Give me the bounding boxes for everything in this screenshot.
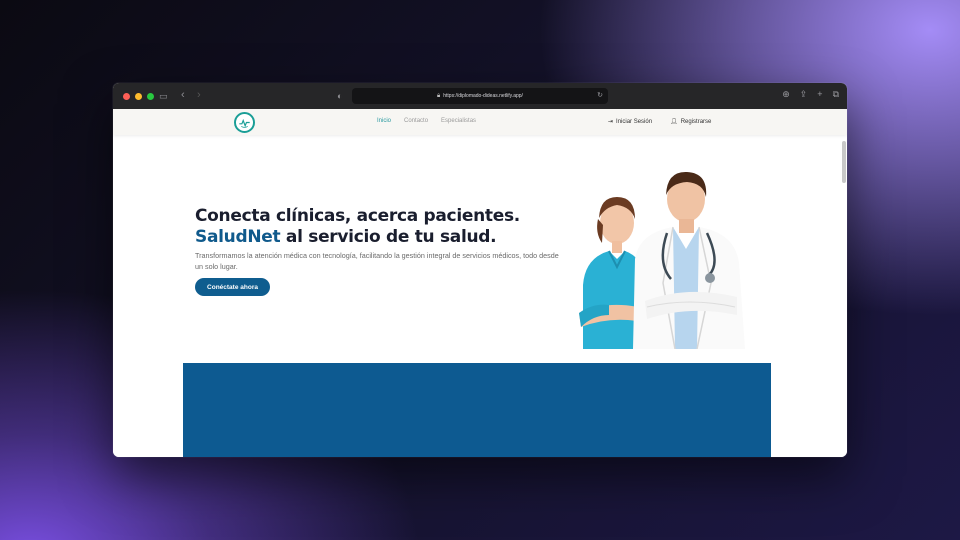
- logo-graphic: [239, 118, 250, 128]
- hero-title-line2: al servicio de tu salud.: [280, 227, 497, 247]
- close-window-button[interactable]: [123, 92, 130, 100]
- saludnet-logo[interactable]: [234, 112, 255, 133]
- url-text: https://diplomado-dideas.netlify.app/: [443, 93, 523, 99]
- nav-links: Inicio Contacto Especialistas: [377, 118, 476, 124]
- login-label: Iniciar Sesión: [616, 119, 653, 125]
- connect-now-button[interactable]: Conéctate ahora: [195, 278, 270, 296]
- browser-window: ▭ ‹ › ◐ 🔒︎ https://diplomado-dideas.netl…: [113, 83, 847, 457]
- nav-link-inicio[interactable]: Inicio: [377, 118, 391, 124]
- reload-icon[interactable]: ↻: [597, 91, 603, 99]
- window-controls: [123, 92, 154, 100]
- nav-link-especialistas[interactable]: Especialistas: [441, 118, 476, 124]
- lock-icon: 🔒︎: [437, 92, 441, 99]
- hero-description: Transformamos la atención médica con tec…: [195, 251, 559, 271]
- site-navbar: Inicio Contacto Especialistas ⇥ Iniciar S…: [113, 109, 847, 135]
- address-bar[interactable]: 🔒︎ https://diplomado-dideas.netlify.app/…: [352, 88, 608, 104]
- login-button[interactable]: ⇥ Iniciar Sesión: [608, 118, 652, 125]
- browser-toolbar-right: ⊕ ⇪ + ⧉: [782, 89, 839, 100]
- hero-title-brand: SaludNet: [195, 227, 281, 247]
- shield-icon[interactable]: ◐: [337, 90, 342, 102]
- doctor-figure: [633, 171, 745, 349]
- register-label: Registrarse: [680, 119, 712, 125]
- nav-actions: ⇥ Iniciar Sesión 👤︎ Registrarse: [608, 118, 711, 125]
- sidebar-icon[interactable]: ▭: [159, 90, 168, 102]
- register-button[interactable]: 👤︎ Registrarse: [670, 118, 711, 125]
- download-icon[interactable]: ⊕: [782, 89, 790, 100]
- login-icon: ⇥: [608, 119, 614, 125]
- nav-link-contacto[interactable]: Contacto: [404, 118, 428, 124]
- tabs-icon[interactable]: ⧉: [833, 89, 839, 100]
- user-plus-icon: 👤︎: [670, 119, 678, 125]
- browser-titlebar: ▭ ‹ › ◐ 🔒︎ https://diplomado-dideas.netl…: [113, 83, 847, 109]
- hero-title-line1: Conecta clínicas, acerca pacientes.: [195, 206, 520, 226]
- share-icon[interactable]: ⇪: [800, 89, 808, 100]
- page-viewport: Inicio Contacto Especialistas ⇥ Iniciar S…: [113, 109, 847, 457]
- new-tab-icon[interactable]: +: [817, 89, 822, 100]
- services-section: [183, 363, 771, 457]
- back-icon[interactable]: ‹: [181, 89, 185, 101]
- minimize-window-button[interactable]: [135, 92, 142, 100]
- doctors-hero-image: [579, 171, 745, 349]
- maximize-window-button[interactable]: [147, 92, 154, 100]
- hero-title: Conecta clínicas, acerca pacientes. Salu…: [195, 206, 575, 248]
- page-scrollbar[interactable]: [842, 141, 846, 183]
- forward-icon[interactable]: ›: [197, 89, 201, 101]
